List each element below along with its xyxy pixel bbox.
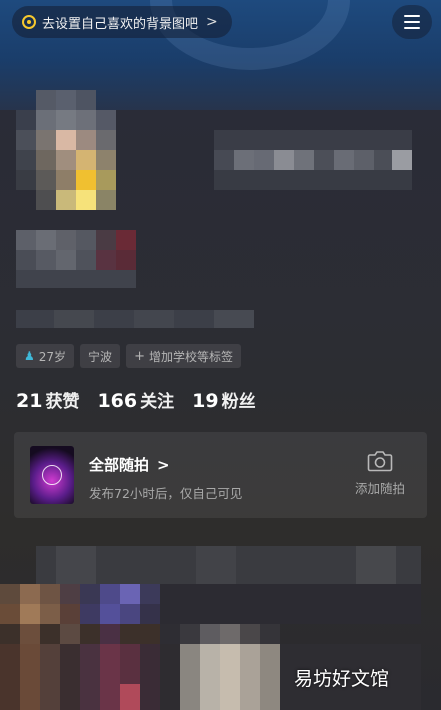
location-tag[interactable]: 宁波 bbox=[80, 344, 121, 368]
stat-followers[interactable]: 19 粉丝 bbox=[192, 387, 255, 412]
stat-likes[interactable]: 21 获赞 bbox=[16, 387, 79, 412]
moments-thumbnail[interactable] bbox=[30, 446, 74, 504]
moments-subtitle: 发布72小时后，仅自己可见 bbox=[89, 486, 243, 501]
hamburger-menu-icon bbox=[404, 15, 420, 17]
plus-icon: + bbox=[134, 348, 145, 364]
moments-title[interactable]: 全部随拍 > bbox=[89, 454, 170, 475]
stat-followers-label: 粉丝 bbox=[221, 392, 256, 412]
profile-tags: ♟ 27岁 宁波 + 增加学校等标签 bbox=[16, 344, 241, 368]
target-icon bbox=[22, 15, 36, 29]
stat-following-count: 166 bbox=[97, 390, 138, 412]
set-background-tip[interactable]: 去设置自己喜欢的背景图吧 > bbox=[12, 6, 232, 38]
stat-following[interactable]: 166 关注 bbox=[97, 387, 174, 412]
stat-following-label: 关注 bbox=[140, 392, 175, 412]
hamburger-menu-line bbox=[404, 21, 420, 23]
add-tag-label: 增加学校等标签 bbox=[148, 349, 233, 364]
stat-followers-count: 19 bbox=[192, 390, 219, 412]
age-tag[interactable]: ♟ 27岁 bbox=[16, 344, 75, 368]
moments-title-label: 全部随拍 bbox=[89, 456, 150, 474]
person-icon: ♟ bbox=[24, 349, 35, 363]
location-tag-label: 宁波 bbox=[88, 349, 113, 364]
add-moment-label: 添加随拍 bbox=[354, 481, 405, 496]
hamburger-menu-line bbox=[404, 27, 420, 29]
stat-likes-count: 21 bbox=[16, 390, 43, 412]
menu-button[interactable] bbox=[392, 5, 432, 39]
watermark: 易坊好文馆 bbox=[294, 668, 390, 690]
stat-likes-label: 获赞 bbox=[45, 392, 80, 412]
profile-stats: 21 获赞 166 关注 19 粉丝 bbox=[16, 387, 256, 412]
add-tag-button[interactable]: + 增加学校等标签 bbox=[126, 344, 241, 368]
play-circle-icon bbox=[42, 465, 62, 485]
age-tag-label: 27岁 bbox=[38, 349, 67, 364]
moments-card[interactable]: 全部随拍 > 发布72小时后，仅自己可见 添加随拍 bbox=[14, 432, 427, 518]
chevron-right-icon: > bbox=[157, 455, 170, 474]
add-moment-button[interactable]: 添加随拍 bbox=[342, 450, 418, 506]
chevron-right-icon: > bbox=[206, 14, 218, 30]
set-background-label: 去设置自己喜欢的背景图吧 bbox=[42, 16, 199, 32]
camera-icon bbox=[367, 451, 393, 472]
